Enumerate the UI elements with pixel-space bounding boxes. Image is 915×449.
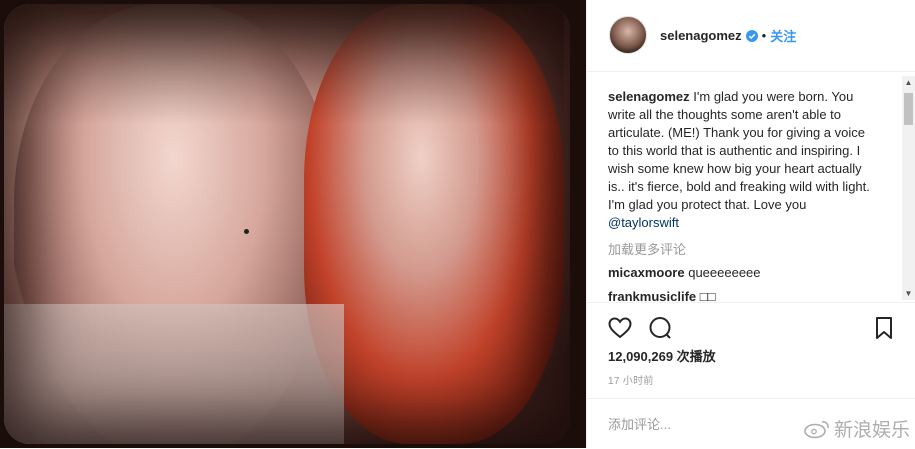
comment-text: queeeeeeee [688, 265, 761, 280]
post-video[interactable] [0, 0, 586, 448]
verified-badge-icon [745, 29, 758, 42]
header-username[interactable]: selenagomez [660, 28, 742, 43]
heart-icon[interactable] [607, 315, 633, 341]
load-more-comments[interactable]: 加载更多评论 [608, 239, 686, 258]
bookmark-icon[interactable] [871, 315, 897, 341]
comment-item: micaxmoore queeeeeeee [608, 265, 761, 280]
comment-bubble-icon[interactable] [647, 315, 673, 341]
vignette [4, 4, 570, 444]
post-time[interactable]: 17 小时前 [608, 372, 654, 387]
caption-mention[interactable]: @taylorswift [608, 215, 679, 230]
scroll-down-icon[interactable]: ▼ [902, 287, 915, 300]
post-header: selenagomez • 关注 [587, 0, 915, 72]
watermark-text: 新浪娱乐 [833, 420, 910, 441]
caption-username[interactable]: selenagomez [608, 89, 690, 104]
header-row: selenagomez • 关注 [660, 26, 796, 45]
watermark: 新浪娱乐 [804, 415, 910, 442]
post-sidebar: selenagomez • 关注 selenagomez I'm glad yo… [586, 0, 915, 448]
comments-scrollbar[interactable]: ▲ ▼ [902, 76, 915, 300]
video-frame [4, 4, 570, 444]
scroll-thumb[interactable] [904, 93, 913, 125]
scroll-up-icon[interactable]: ▲ [902, 76, 915, 89]
header-separator: • [761, 28, 767, 43]
comments-list: selenagomez I'm glad you were born. You … [587, 72, 904, 302]
comment-item: frankmusiclife □□ [608, 289, 716, 302]
comment-username[interactable]: micaxmoore [608, 265, 685, 280]
weibo-logo-icon [804, 420, 829, 438]
avatar[interactable] [609, 16, 647, 54]
view-count: 12,090,269 次播放 [608, 349, 716, 364]
add-comment-input[interactable]: 添加评论... [608, 414, 671, 433]
follow-button[interactable]: 关注 [770, 26, 796, 45]
comment-text: □□ [699, 289, 716, 302]
caption: selenagomez I'm glad you were born. You … [608, 88, 878, 232]
comment-username[interactable]: frankmusiclife [608, 289, 696, 302]
caption-text: I'm glad you were born. You write all th… [608, 89, 870, 212]
